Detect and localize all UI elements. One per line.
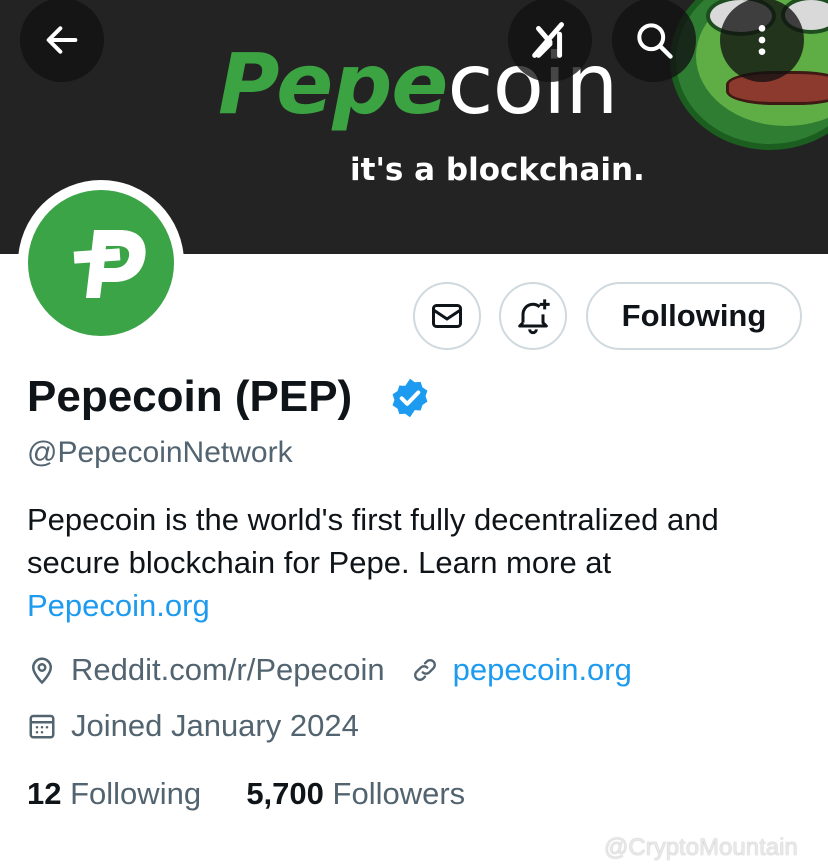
grok-button[interactable] (508, 0, 592, 82)
bell-plus-icon (518, 299, 550, 335)
following-count: 12 (27, 776, 62, 811)
notifications-button[interactable] (499, 282, 567, 350)
joined-row: Joined January 2024 (27, 708, 359, 744)
profile-avatar[interactable] (18, 180, 184, 346)
bio-link[interactable]: Pepecoin.org (27, 588, 210, 623)
verified-badge-icon (392, 378, 428, 418)
website-link[interactable]: pepecoin.org (453, 652, 632, 688)
back-button[interactable] (20, 0, 104, 82)
more-vertical-icon (758, 25, 766, 55)
following-button[interactable]: Following (586, 282, 802, 350)
profile-bio: Pepecoin is the world's first fully dece… (27, 498, 807, 627)
location-pin-icon (31, 657, 53, 685)
message-button[interactable] (413, 282, 481, 350)
more-button[interactable] (720, 0, 804, 82)
watermark: @CryptoMountain (604, 834, 798, 861)
following-stat[interactable]: 12 Following (27, 776, 201, 811)
link-icon (413, 659, 436, 681)
envelope-icon (432, 304, 462, 328)
profile-meta-row: Reddit.com/r/Pepecoin pepecoin.org (27, 652, 632, 688)
pepecoin-logo-icon (73, 230, 146, 298)
followers-count: 5,700 (246, 776, 324, 811)
arrow-left-icon (46, 26, 78, 54)
search-icon (637, 23, 673, 59)
bio-text: Pepecoin is the world's first fully dece… (27, 502, 719, 580)
display-name: Pepecoin (PEP) (27, 372, 353, 421)
banner-tagline: it's a blockchain. (350, 152, 645, 188)
profile-handle: @PepecoinNetwork (27, 436, 293, 469)
followers-label: Followers (332, 776, 466, 811)
joined-text: Joined January 2024 (71, 708, 359, 743)
search-button[interactable] (612, 0, 696, 82)
following-label: Following (70, 776, 202, 811)
calendar-icon (29, 714, 55, 739)
follow-stats: 12 Following 5,700 Followers (27, 776, 465, 812)
followers-stat[interactable]: 5,700 Followers (246, 776, 465, 811)
grok-icon (532, 22, 564, 58)
location-text: Reddit.com/r/Pepecoin (71, 652, 385, 687)
